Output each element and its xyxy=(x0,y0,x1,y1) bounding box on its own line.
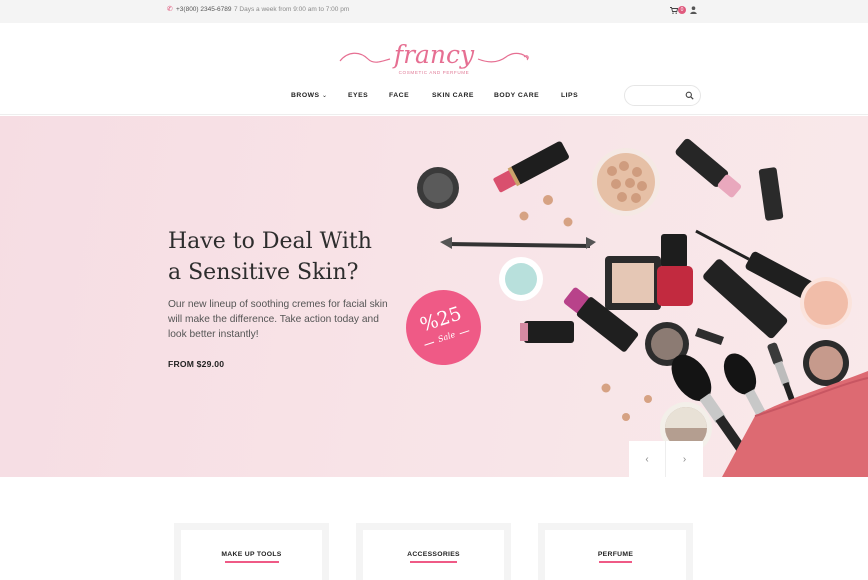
search-icon[interactable] xyxy=(685,91,694,100)
category-underline xyxy=(599,561,632,563)
opening-hours: 7 Days a week from 9:00 am to 7:00 pm xyxy=(234,6,350,13)
hero-title-line-1: Have to Deal With xyxy=(168,229,372,254)
category-card-inner: MAKE UP TOOLS xyxy=(181,530,322,580)
nav-item-eyes[interactable]: EYES xyxy=(348,92,368,99)
phone-number: +3(800) 2345-6789 xyxy=(176,6,232,13)
category-card-inner: PERFUME xyxy=(545,530,686,580)
category-label: MAKE UP TOOLS xyxy=(221,551,282,558)
hero-title: Have to Deal With a Sensitive Skin? xyxy=(168,226,408,288)
category-label: PERFUME xyxy=(597,551,634,558)
nav-item-brows[interactable]: BROWS ⌄ xyxy=(291,92,327,99)
search-input[interactable] xyxy=(633,89,683,102)
logo-script: francy xyxy=(339,40,529,69)
category-underline xyxy=(410,561,457,563)
hero-description: Our new lineup of soothing cremes for fa… xyxy=(168,299,388,340)
nav-item-body-care[interactable]: BODY CARE xyxy=(494,92,539,99)
phone-icon: ✆ xyxy=(167,5,173,13)
category-card-make-up-tools[interactable]: MAKE UP TOOLS xyxy=(174,523,329,580)
hero-price[interactable]: FROM $29.00 xyxy=(168,359,224,369)
cart-count-badge: 0 xyxy=(678,6,686,14)
category-underline xyxy=(225,561,279,563)
hero-cosmetics-image xyxy=(417,138,868,477)
category-card-accessories[interactable]: ACCESSORIES xyxy=(356,523,511,580)
nav-item-skin-care[interactable]: SKIN CARE xyxy=(432,92,474,99)
category-card-inner: ACCESSORIES xyxy=(363,530,504,580)
slider-next-button[interactable]: › xyxy=(666,441,703,477)
brand-tagline: COSMETIC AND PERFUME xyxy=(398,70,470,75)
hero-title-line-2: a Sensitive Skin? xyxy=(168,260,359,285)
slider-controls: ‹ › xyxy=(629,441,703,477)
category-section: MAKE UP TOOLS ACCESSORIES PERFUME xyxy=(0,477,868,580)
top-bar: ✆ +3(800) 2345-6789 7 Days a week from 9… xyxy=(0,0,868,23)
category-card-perfume[interactable]: PERFUME xyxy=(538,523,693,580)
nav-item-label: BROWS xyxy=(291,92,320,99)
slider-prev-button[interactable]: ‹ xyxy=(629,441,666,477)
main-nav: BROWS ⌄ EYES FACE SKIN CARE BODY CARE LI… xyxy=(0,92,868,104)
search-box xyxy=(624,85,701,106)
user-icon[interactable] xyxy=(690,6,697,14)
svg-text:francy: francy xyxy=(392,40,475,69)
category-label: ACCESSORIES xyxy=(407,551,460,558)
brand-logo[interactable]: francy COSMETIC AND PERFUME xyxy=(338,39,530,81)
site-header: francy COSMETIC AND PERFUME BROWS ⌄ EYES… xyxy=(0,23,868,115)
hero-slider: Have to Deal With a Sensitive Skin? Our … xyxy=(0,116,868,477)
nav-item-face[interactable]: FACE xyxy=(389,92,409,99)
phone-contact[interactable]: ✆ +3(800) 2345-6789 xyxy=(167,5,232,14)
chevron-down-icon: ⌄ xyxy=(321,93,328,99)
nav-item-lips[interactable]: LIPS xyxy=(561,92,578,99)
cart-icon[interactable] xyxy=(670,7,678,14)
